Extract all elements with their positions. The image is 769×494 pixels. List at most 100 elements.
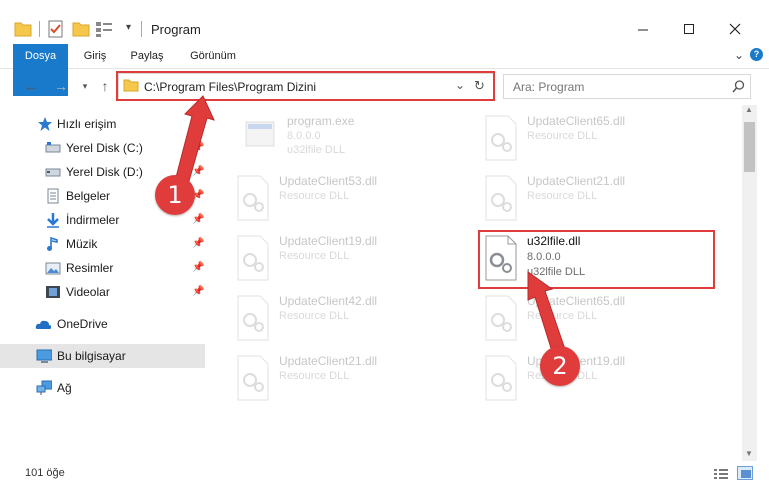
tab-home[interactable]: Giriş xyxy=(76,44,114,69)
forward-button[interactable]: → xyxy=(52,77,70,95)
pin-icon[interactable]: 📌 xyxy=(192,190,204,201)
dll-file-icon xyxy=(485,355,517,401)
sidebar-item-videos[interactable]: Videolar 📌 xyxy=(0,280,205,304)
drive-icon xyxy=(45,168,61,177)
sidebar-item-downloads[interactable]: İndirmeler 📌 xyxy=(0,208,205,232)
file-description: Resource DLL xyxy=(279,370,350,382)
close-icon xyxy=(729,23,741,35)
music-icon xyxy=(47,236,58,251)
details-view-icon[interactable] xyxy=(714,468,728,480)
properties-icon[interactable] xyxy=(47,20,65,40)
network-icon xyxy=(36,380,52,395)
title-bar: ▾ Program xyxy=(0,0,769,44)
file-description: Resource DLL xyxy=(279,190,350,202)
dll-file-icon xyxy=(237,175,269,221)
file-description: Resource DLL xyxy=(527,370,598,382)
file-version: 8.0.0.0 xyxy=(527,251,561,263)
sidebar-item-label: Yerel Disk (D:) xyxy=(66,165,143,179)
tab-share[interactable]: Paylaş xyxy=(122,44,172,69)
file-item[interactable]: program.exe 8.0.0.0 u32lfile DLL xyxy=(242,112,472,164)
view-toggle-icon[interactable] xyxy=(95,20,115,40)
file-item[interactable]: UpdateClient42.dll Resource DLL xyxy=(234,292,464,344)
sidebar-item-documents[interactable]: Belgeler 📌 xyxy=(0,184,205,208)
new-folder-icon[interactable] xyxy=(72,19,90,39)
expand-ribbon-icon[interactable]: ⌄ xyxy=(734,48,744,62)
sidebar-item-label: OneDrive xyxy=(57,317,108,331)
help-icon[interactable]: ? xyxy=(750,48,763,61)
file-name: UpdateClient65.dll xyxy=(527,114,626,128)
large-icons-view-icon[interactable] xyxy=(737,466,753,480)
sidebar-item-label: Hızlı erişim xyxy=(57,117,117,131)
dll-file-icon xyxy=(237,355,269,401)
file-name: UpdateClient65.dll xyxy=(527,294,626,308)
pin-icon[interactable]: 📌 xyxy=(192,286,204,297)
folder-icon xyxy=(14,22,32,37)
file-item[interactable]: UpdateClient53.dll Resource DLL xyxy=(234,172,464,224)
exe-file-icon xyxy=(245,121,275,147)
dll-file-icon xyxy=(485,175,517,221)
sidebar-item-music[interactable]: Müzik 📌 xyxy=(0,232,205,256)
pin-icon[interactable]: 📌 xyxy=(192,142,204,153)
sidebar-item-pictures[interactable]: Resimler 📌 xyxy=(0,256,205,280)
file-item-selected[interactable]: u32lfile.dll 8.0.0.0 u32lfile DLL xyxy=(482,232,712,284)
sidebar-item-label: Bu bilgisayar xyxy=(57,349,126,363)
maximize-button[interactable] xyxy=(666,14,712,44)
file-description: Resource DLL xyxy=(279,310,350,322)
divider xyxy=(39,21,40,37)
cloud-icon xyxy=(35,320,51,329)
pin-icon[interactable]: 📌 xyxy=(192,262,204,273)
file-version: 8.0.0.0 xyxy=(287,130,321,142)
pin-icon[interactable]: 📌 xyxy=(192,166,204,177)
file-item[interactable]: UpdateClient65.dll Resource DLL xyxy=(482,292,712,344)
sidebar-item-drive-c[interactable]: Yerel Disk (C:) 📌 xyxy=(0,136,205,160)
file-description: u32lfile DLL xyxy=(527,266,586,278)
dll-file-icon xyxy=(237,235,269,281)
sidebar-item-label: Yerel Disk (C:) xyxy=(66,141,143,155)
scroll-down-icon[interactable]: ▼ xyxy=(745,449,753,458)
recent-locations-button[interactable]: ▾ xyxy=(76,77,94,95)
file-item[interactable]: UpdateClient19.dll Resource DLL xyxy=(482,352,712,404)
file-name: UpdateClient42.dll xyxy=(279,294,378,308)
search-icon xyxy=(732,80,745,93)
pin-icon[interactable]: 📌 xyxy=(192,238,204,249)
maximize-icon xyxy=(684,24,694,34)
dll-file-icon xyxy=(237,295,269,341)
scrollbar-thumb[interactable] xyxy=(744,122,755,172)
dll-file-icon xyxy=(485,115,517,161)
back-button[interactable]: ← xyxy=(22,77,40,95)
up-button[interactable]: ↑ xyxy=(96,77,114,95)
download-icon xyxy=(47,213,59,228)
sidebar-item-network[interactable]: Ağ xyxy=(0,376,205,400)
sidebar-item-label: Resimler xyxy=(66,261,114,275)
file-name: program.exe xyxy=(287,114,355,128)
star-icon xyxy=(38,117,52,131)
address-dropdown-icon[interactable]: ⌄ xyxy=(455,78,465,92)
file-item[interactable]: UpdateClient19.dll Resource DLL xyxy=(234,232,464,284)
file-description: Resource DLL xyxy=(527,310,598,322)
file-description: Resource DLL xyxy=(527,190,598,202)
file-item[interactable]: UpdateClient21.dll Resource DLL xyxy=(482,172,712,224)
close-button[interactable] xyxy=(712,14,758,44)
dll-file-icon xyxy=(485,295,517,341)
sidebar-item-quick-access[interactable]: Hızlı erişim xyxy=(0,112,205,136)
tab-view[interactable]: Görünüm xyxy=(182,44,244,69)
documents-icon xyxy=(47,188,59,204)
sidebar-item-label: Müzik xyxy=(66,237,98,251)
scroll-up-icon[interactable]: ▲ xyxy=(745,105,753,114)
file-name: UpdateClient19.dll xyxy=(279,234,378,248)
refresh-icon[interactable]: ↻ xyxy=(474,78,485,94)
minimize-button[interactable] xyxy=(620,14,666,44)
file-description: Resource DLL xyxy=(527,130,598,142)
address-path[interactable]: C:\Program Files\Program Dizini xyxy=(144,80,316,94)
sidebar-item-label: Ağ xyxy=(57,381,72,395)
sidebar-item-label: Videolar xyxy=(66,285,110,299)
file-item[interactable]: UpdateClient21.dll Resource DLL xyxy=(234,352,464,404)
search-input[interactable]: Ara: Program xyxy=(513,80,584,94)
customize-dropdown-icon[interactable]: ▾ xyxy=(126,22,131,33)
pin-icon[interactable]: 📌 xyxy=(192,214,204,225)
pictures-icon xyxy=(45,262,61,275)
file-item[interactable]: UpdateClient65.dll Resource DLL xyxy=(482,112,712,164)
sidebar-item-onedrive[interactable]: OneDrive xyxy=(0,312,205,336)
sidebar-item-drive-d[interactable]: Yerel Disk (D:) 📌 xyxy=(0,160,205,184)
sidebar-item-this-pc[interactable]: Bu bilgisayar xyxy=(0,344,205,368)
